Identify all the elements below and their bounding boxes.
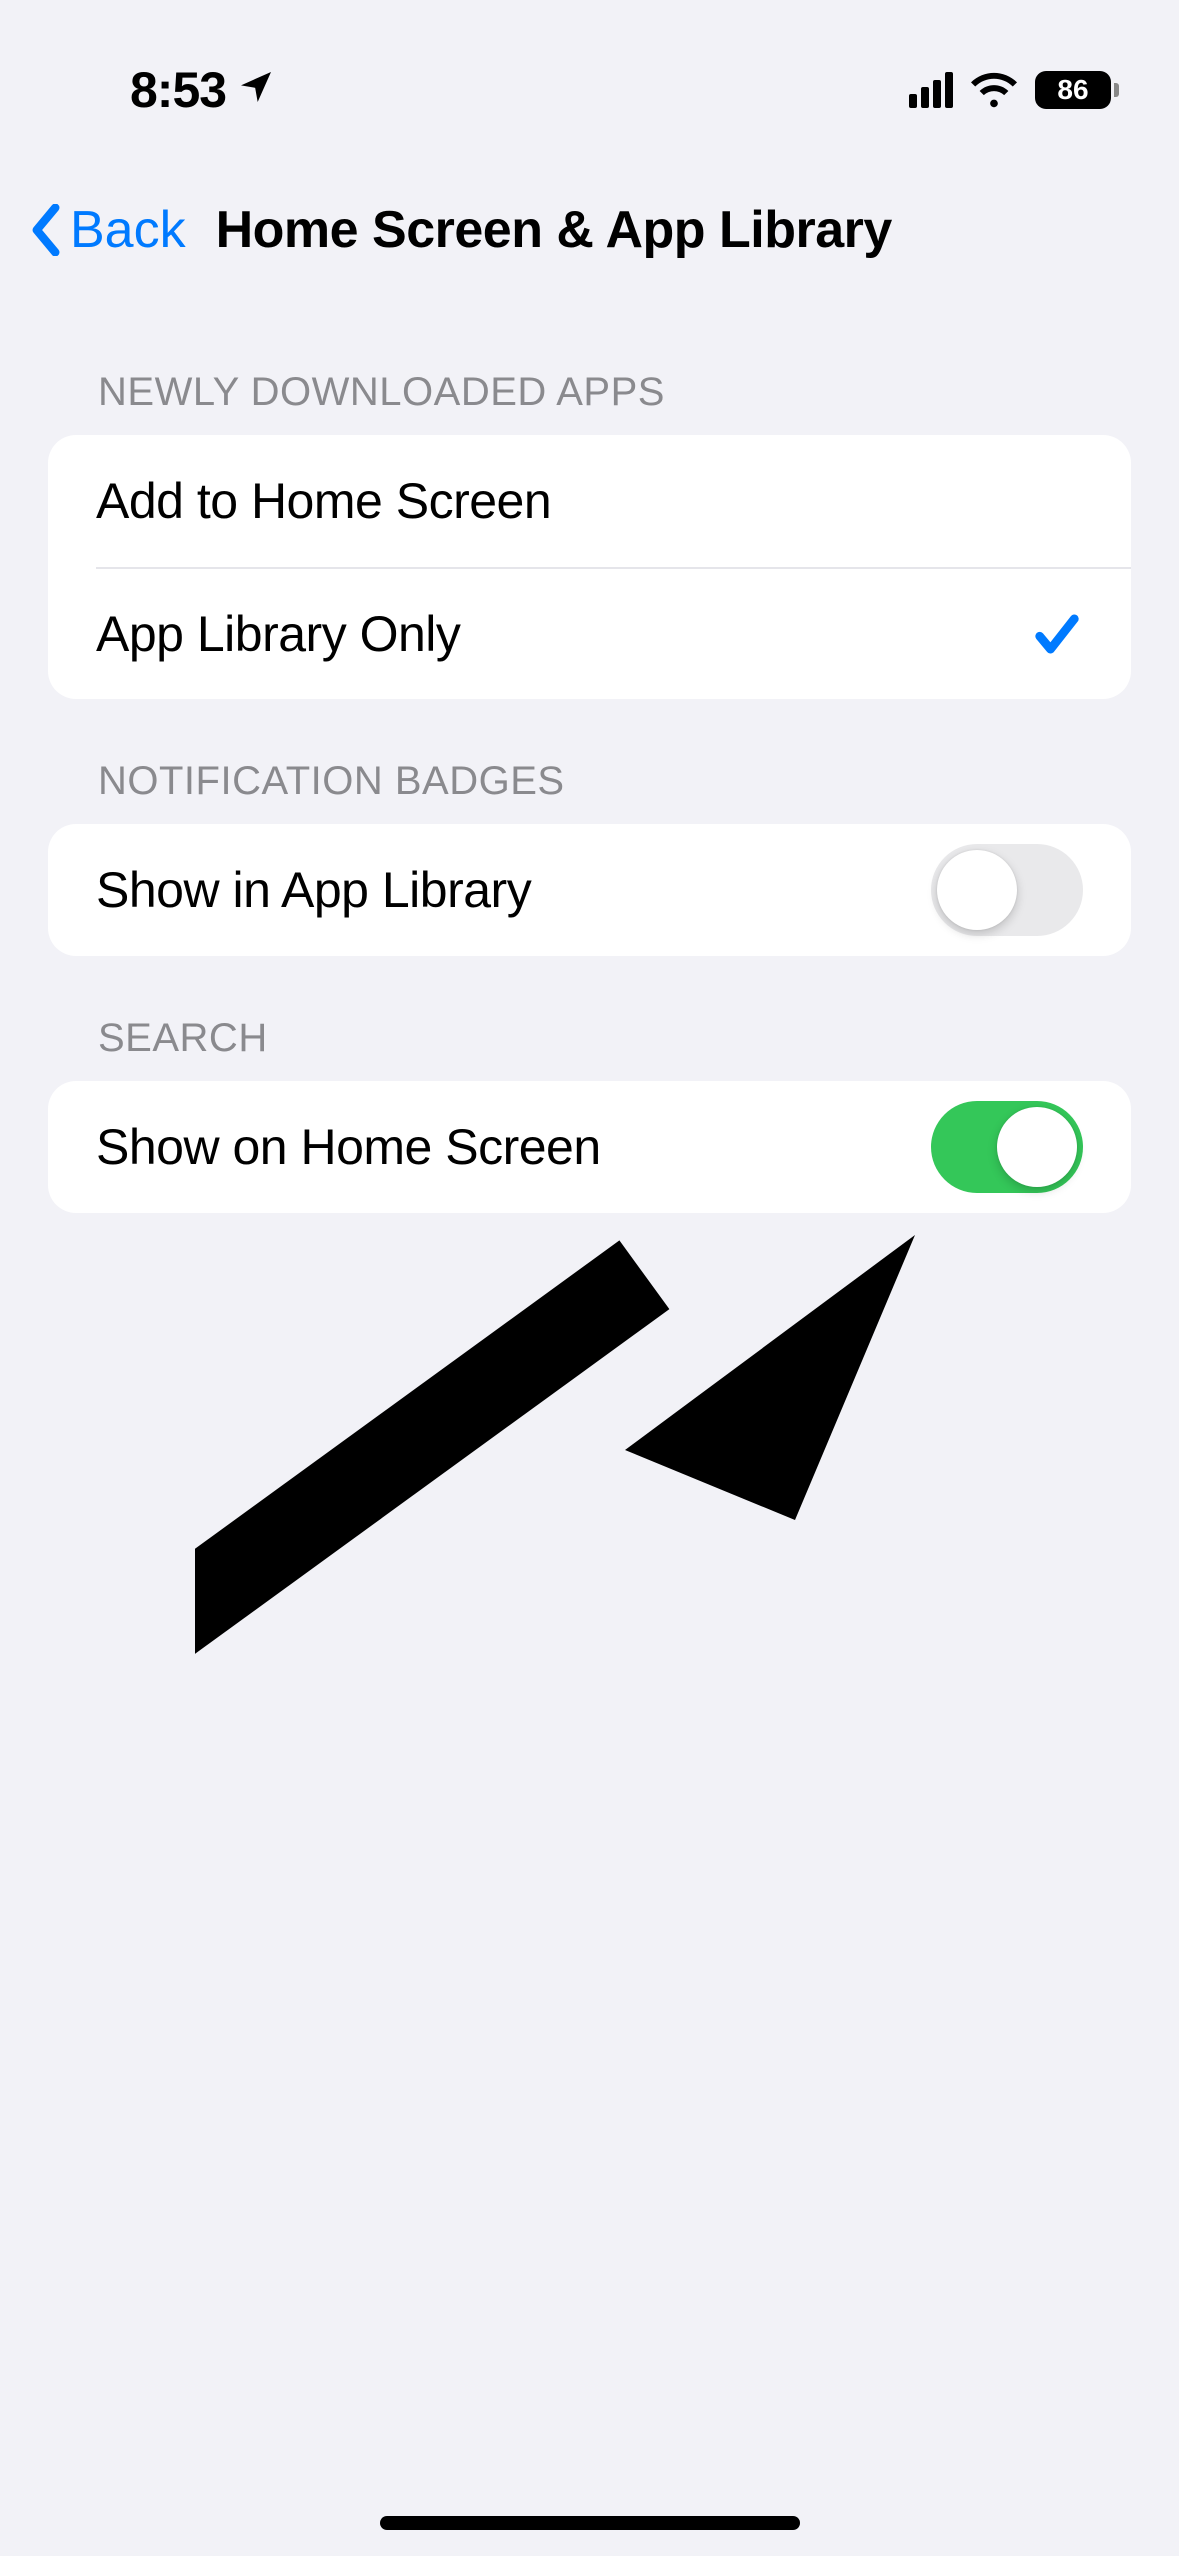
group-search: Show on Home Screen xyxy=(48,1081,1131,1213)
group-newly-downloaded: Add to Home Screen App Library Only xyxy=(48,435,1131,699)
wifi-icon xyxy=(971,72,1017,108)
row-show-on-home-screen: Show on Home Screen xyxy=(48,1081,1131,1213)
toggle-show-in-app-library[interactable] xyxy=(931,844,1083,936)
location-icon xyxy=(236,61,276,119)
option-label: Add to Home Screen xyxy=(96,472,551,530)
section-header-notification-badges: NOTIFICATION BADGES xyxy=(0,759,1179,824)
home-indicator[interactable] xyxy=(380,2516,800,2530)
section-header-newly-downloaded: NEWLY DOWNLOADED APPS xyxy=(0,370,1179,435)
section-newly-downloaded: NEWLY DOWNLOADED APPS Add to Home Screen… xyxy=(0,370,1179,699)
toggle-show-on-home-screen[interactable] xyxy=(931,1101,1083,1193)
section-header-search: SEARCH xyxy=(0,1016,1179,1081)
back-label: Back xyxy=(70,200,186,260)
status-right: 86 xyxy=(909,71,1119,109)
annotation-arrow xyxy=(195,1220,935,1720)
status-left: 8:53 xyxy=(130,61,276,119)
group-notification-badges: Show in App Library xyxy=(48,824,1131,956)
battery-level: 86 xyxy=(1057,74,1088,106)
checkmark-icon xyxy=(1031,608,1083,660)
status-bar: 8:53 86 xyxy=(0,0,1179,140)
option-label: App Library Only xyxy=(96,605,460,663)
page-title: Home Screen & App Library xyxy=(216,200,892,260)
row-show-in-app-library: Show in App Library xyxy=(48,824,1131,956)
back-button[interactable]: Back xyxy=(30,200,186,260)
chevron-left-icon xyxy=(30,204,62,256)
option-app-library-only[interactable]: App Library Only xyxy=(96,567,1131,699)
option-add-to-home-screen[interactable]: Add to Home Screen xyxy=(48,435,1131,567)
status-time: 8:53 xyxy=(130,61,226,119)
row-label: Show in App Library xyxy=(96,861,531,919)
nav-bar: Back Home Screen & App Library xyxy=(0,140,1179,300)
row-label: Show on Home Screen xyxy=(96,1118,601,1176)
section-search: SEARCH Show on Home Screen xyxy=(0,1016,1179,1213)
cellular-icon xyxy=(909,72,953,108)
section-notification-badges: NOTIFICATION BADGES Show in App Library xyxy=(0,759,1179,956)
battery-icon: 86 xyxy=(1035,71,1119,109)
